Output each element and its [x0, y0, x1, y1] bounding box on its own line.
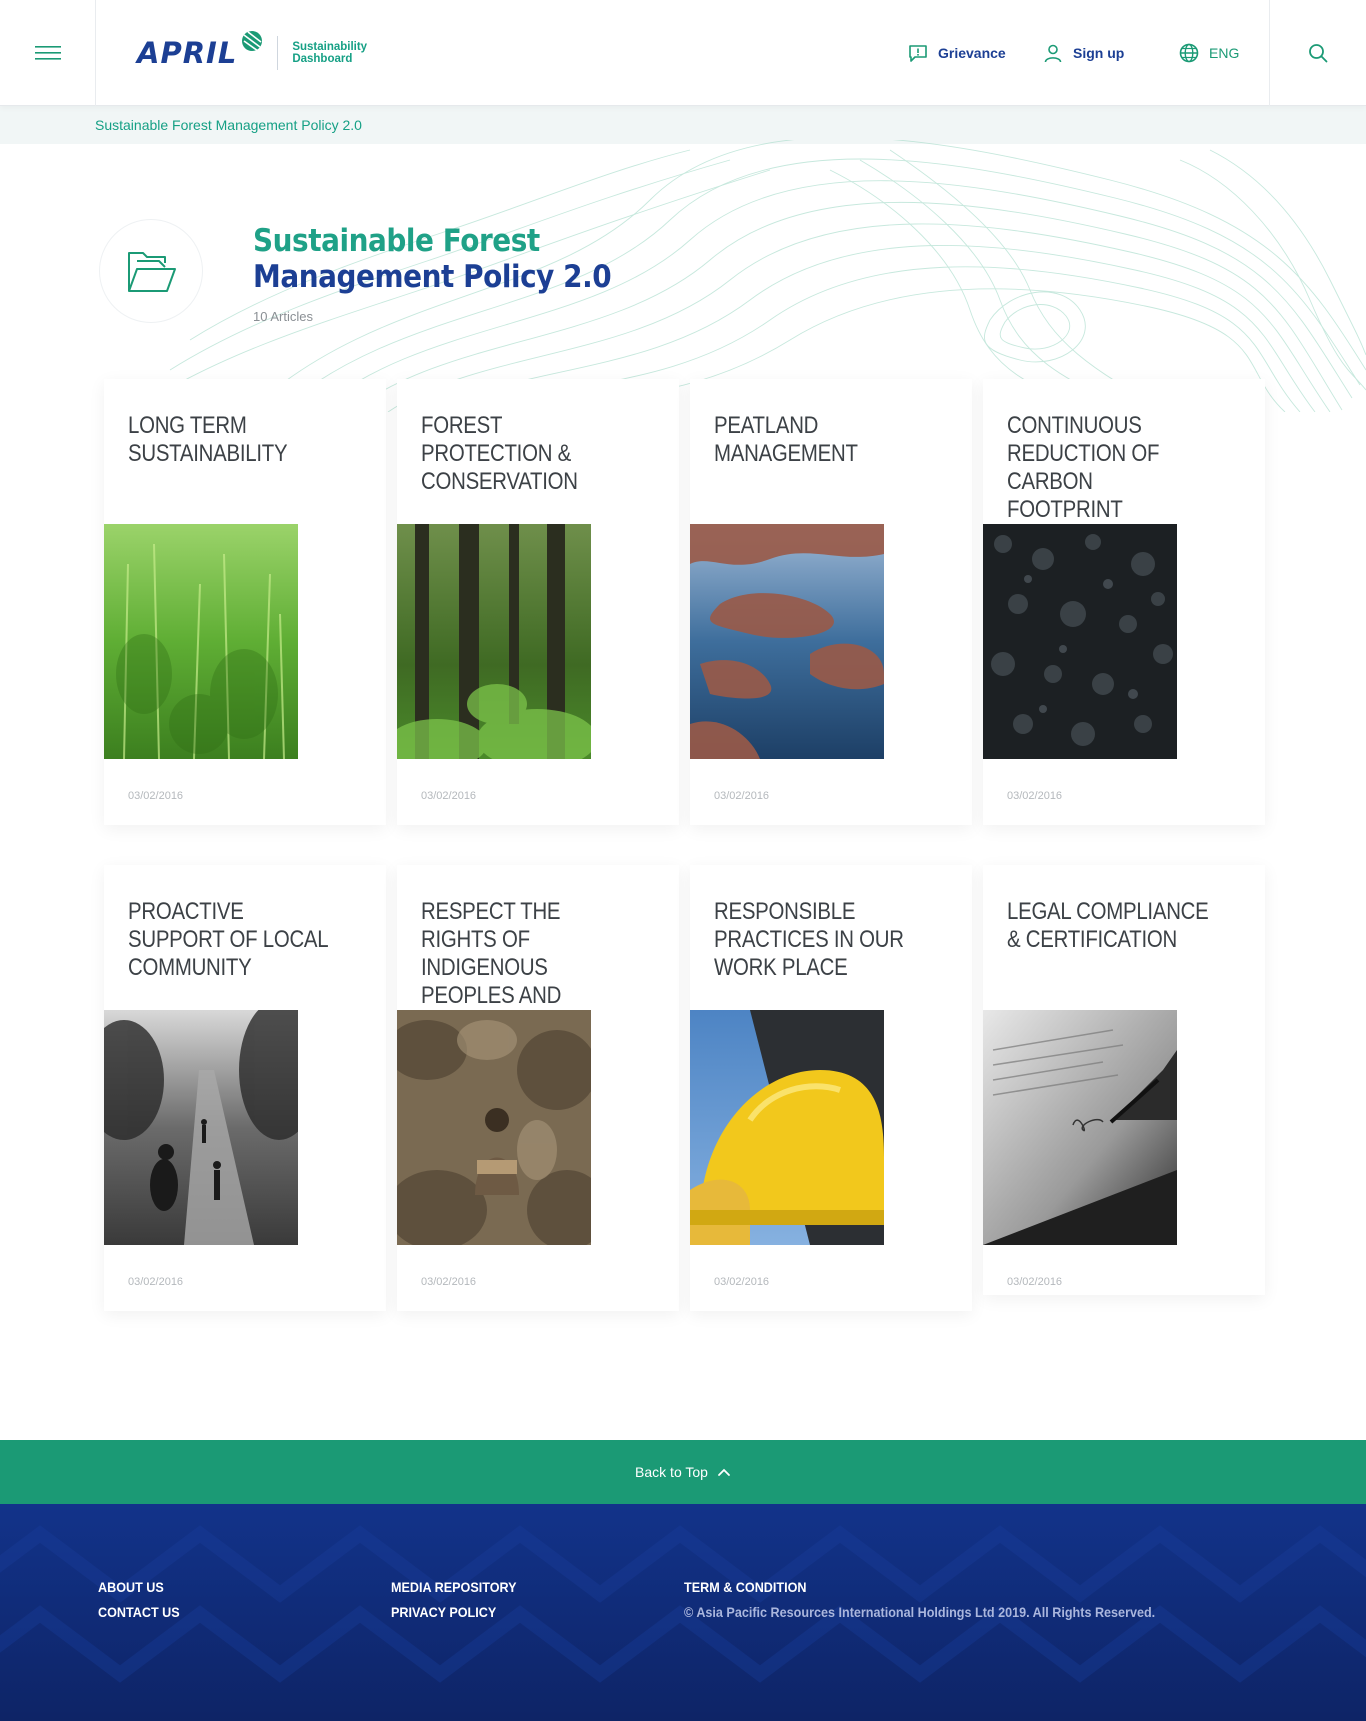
- category-folder-badge: [99, 219, 203, 323]
- page-title: Sustainable Forest Management Policy 2.0: [253, 223, 612, 295]
- article-card-date: 03/02/2016: [421, 790, 477, 802]
- article-card-date: 03/02/2016: [714, 790, 770, 802]
- article-card-title: Continuous Reduction of Carbon Footprint: [1007, 412, 1160, 523]
- page-title-line2: Management Policy 2.0: [253, 259, 612, 295]
- footer-col-3: TERM & CONDITION © Asia Pacific Resource…: [684, 1575, 1208, 1625]
- logo-divider: [277, 36, 279, 70]
- grievance-label: Grievance: [938, 45, 1006, 61]
- logo-leaf-icon: [242, 31, 263, 52]
- signup-label: Sign up: [1073, 45, 1125, 61]
- article-card-image: [690, 524, 884, 759]
- article-card-title: Legal Compliance & Certification: [1007, 898, 1209, 953]
- search-icon: [1309, 44, 1328, 63]
- footer-col-1: ABOUT US CONTACT US: [98, 1575, 189, 1625]
- article-card-title: Peatland Management: [714, 412, 858, 467]
- article-card-title: Long Term Sustainability: [128, 412, 288, 467]
- article-count: 10 Articles: [253, 309, 313, 324]
- chat-alert-icon: [909, 45, 927, 62]
- april-logo[interactable]: APRIL Sustainability Dashboard: [137, 26, 367, 80]
- footer-col-2: MEDIA REPOSITORY PRIVACY POLICY: [391, 1575, 531, 1625]
- grievance-link[interactable]: Grievance: [908, 0, 1006, 106]
- language-label: ENG: [1209, 45, 1240, 61]
- signup-link[interactable]: Sign up: [1043, 0, 1124, 106]
- logo-subtitle-line2: Dashboard: [292, 53, 353, 65]
- article-card-image: [983, 524, 1177, 759]
- footer-link-privacy-policy[interactable]: PRIVACY POLICY: [391, 1600, 517, 1625]
- article-card-image: [983, 1010, 1177, 1245]
- article-card-date: 03/02/2016: [128, 790, 184, 802]
- open-folder-icon: [128, 252, 176, 292]
- article-card[interactable]: Long Term Sustainability 03/02/2016: [104, 379, 386, 825]
- search-button[interactable]: [1269, 0, 1366, 106]
- chevron-up-icon: [718, 1468, 730, 1476]
- article-card-date: 03/02/2016: [128, 1276, 184, 1288]
- article-card-image: [397, 1010, 591, 1245]
- site-header: APRIL Sustainability Dashboard Grievance: [0, 0, 1366, 106]
- article-card-date: 03/02/2016: [1007, 1276, 1063, 1288]
- article-card[interactable]: Forest Protection & Conservation 03/02/2…: [397, 379, 679, 825]
- breadcrumb-current[interactable]: Sustainable Forest Management Policy 2.0: [95, 117, 362, 133]
- article-card-title: Proactive Support of Local Community: [128, 898, 328, 981]
- article-card[interactable]: Peatland Management 03/02/2016: [690, 379, 972, 825]
- copyright-text: © Asia Pacific Resources International H…: [684, 1604, 1156, 1620]
- article-card-date: 03/02/2016: [1007, 790, 1063, 802]
- article-card-date: 03/02/2016: [714, 1276, 770, 1288]
- article-card[interactable]: Legal Compliance & Certification 03/02/2…: [983, 865, 1265, 1295]
- article-card[interactable]: Respect the Rights of Indigenous Peoples…: [397, 865, 679, 1311]
- breadcrumb: Sustainable Forest Management Policy 2.0: [0, 106, 1366, 144]
- user-icon: [1044, 44, 1062, 63]
- article-card[interactable]: Responsible Practices in Our Work Place …: [690, 865, 972, 1311]
- article-card-image: [397, 524, 591, 759]
- article-card-image: [104, 524, 298, 759]
- footer-link-contact-us[interactable]: CONTACT US: [98, 1600, 180, 1625]
- logo-wordmark: APRIL: [137, 36, 238, 70]
- globe-icon: [1179, 43, 1199, 63]
- page-title-line1: Sustainable Forest: [253, 223, 540, 259]
- site-footer: ABOUT US CONTACT US MEDIA REPOSITORY PRI…: [0, 1504, 1366, 1721]
- article-card-image: [690, 1010, 884, 1245]
- back-to-top-label: Back to Top: [635, 1464, 708, 1480]
- logo-subtitle-line1: Sustainability: [292, 41, 368, 53]
- back-to-top-button[interactable]: Back to Top: [0, 1440, 1366, 1504]
- article-card-title: Responsible Practices in Our Work Place: [714, 898, 904, 981]
- article-card-title: Forest Protection & Conservation: [421, 412, 578, 495]
- article-card[interactable]: Proactive Support of Local Community 03/…: [104, 865, 386, 1311]
- hamburger-icon: [34, 46, 61, 60]
- footer-link-terms[interactable]: TERM & CONDITION: [684, 1575, 1155, 1600]
- article-card-image: [104, 1010, 298, 1245]
- logo-subtitle: Sustainability Dashboard: [292, 41, 367, 65]
- footer-link-media-repository[interactable]: MEDIA REPOSITORY: [391, 1575, 517, 1600]
- article-card-date: 03/02/2016: [421, 1276, 477, 1288]
- footer-link-about-us[interactable]: ABOUT US: [98, 1575, 180, 1600]
- language-selector[interactable]: ENG: [1179, 0, 1239, 106]
- article-card[interactable]: Continuous Reduction of Carbon Footprint…: [983, 379, 1265, 825]
- hamburger-menu-button[interactable]: [0, 0, 96, 106]
